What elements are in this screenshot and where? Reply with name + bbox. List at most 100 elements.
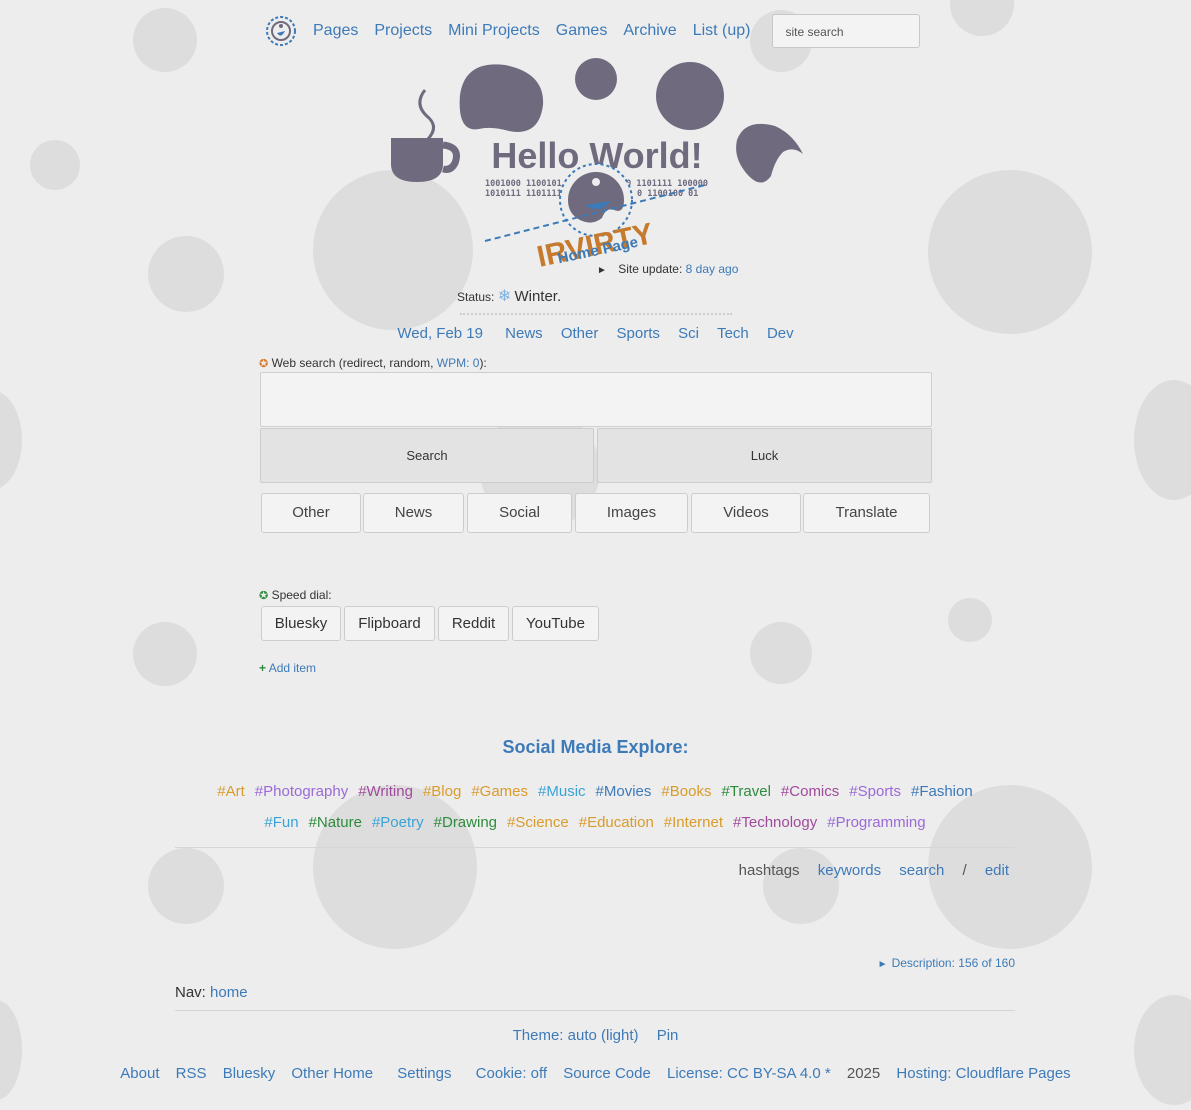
hashtag-link[interactable]: #Photography	[255, 783, 348, 800]
hashtag-link[interactable]: #Sports	[849, 783, 901, 800]
disclosure-triangle-icon: ►	[597, 265, 607, 276]
hashtag-link[interactable]: #Programming	[827, 814, 925, 831]
nav-pages[interactable]: Pages	[313, 22, 358, 40]
breadcrumb: Nav: home	[175, 984, 248, 1001]
disclosure-triangle-icon: ►	[877, 959, 888, 970]
footer-other-home[interactable]: Other Home	[291, 1065, 373, 1082]
hashtag-link[interactable]: #Nature	[309, 814, 362, 831]
hashtag-link[interactable]: #Comics	[781, 783, 839, 800]
site-update[interactable]: ► Site update: 8 day ago	[597, 262, 738, 276]
status-line: Status: ❄ Winter.	[457, 286, 561, 306]
footer-source-code[interactable]: Source Code	[563, 1065, 651, 1082]
nav-archive[interactable]: Archive	[623, 22, 676, 40]
hero-banner: Hello World! 1001000 1100101 1010111 110…	[391, 58, 803, 270]
footer-license[interactable]: License: CC BY-SA 4.0 *	[667, 1065, 831, 1082]
footer-about[interactable]: About	[120, 1065, 159, 1082]
wpm-link[interactable]: WPM: 0	[437, 356, 480, 370]
hashtag-link[interactable]: #Fun	[264, 814, 298, 831]
speed-dial-flipboard[interactable]: Flipboard	[344, 606, 435, 641]
gear-bullet-icon: ✪	[259, 358, 269, 370]
nav-projects[interactable]: Projects	[374, 22, 432, 40]
hashtag-link[interactable]: #Internet	[664, 814, 723, 831]
divider	[175, 847, 1015, 848]
description-label: Description: 156 of 160	[891, 956, 1015, 970]
category-social[interactable]: Social	[467, 493, 572, 533]
web-search-label-suffix: ):	[479, 356, 487, 370]
keywords-link[interactable]: keywords	[818, 862, 881, 879]
footer-settings[interactable]: Settings	[397, 1065, 451, 1082]
edit-link[interactable]: edit	[985, 862, 1009, 879]
hashtag-link[interactable]: #Science	[507, 814, 569, 831]
topic-tech[interactable]: Tech	[717, 325, 749, 342]
category-news[interactable]: News	[363, 493, 464, 533]
hashtag-link[interactable]: #Music	[538, 783, 586, 800]
hashtag-link[interactable]: #Writing	[358, 783, 413, 800]
footer-hosting[interactable]: Hosting: Cloudflare Pages	[896, 1065, 1070, 1082]
hashtag-link[interactable]: #Poetry	[372, 814, 424, 831]
topic-sci[interactable]: Sci	[678, 325, 699, 342]
topic-dev[interactable]: Dev	[767, 325, 794, 342]
plus-icon: +	[259, 661, 267, 675]
speed-dial-youtube[interactable]: YouTube	[512, 606, 599, 641]
category-videos[interactable]: Videos	[691, 493, 801, 533]
hashtag-link[interactable]: #Movies	[596, 783, 652, 800]
web-search-input[interactable]	[260, 372, 932, 427]
site-update-value[interactable]: 8 day ago	[686, 262, 739, 276]
footer-bluesky[interactable]: Bluesky	[223, 1065, 276, 1082]
site-logo-icon[interactable]	[263, 13, 299, 49]
luck-button[interactable]: Luck	[597, 428, 932, 483]
hashtag-link[interactable]: #Blog	[423, 783, 461, 800]
hero-binary: 1010111 1101111	[485, 189, 562, 199]
footer-rss[interactable]: RSS	[176, 1065, 207, 1082]
theme-toggle[interactable]: Theme: auto (light)	[513, 1027, 639, 1044]
search-link[interactable]: search	[899, 862, 944, 879]
hashtag-link[interactable]: #Technology	[733, 814, 817, 831]
add-item-label: Add item	[268, 661, 317, 675]
category-other[interactable]: Other	[261, 493, 361, 533]
add-item-link[interactable]: + Add item	[259, 661, 316, 675]
circle-blob-icon	[656, 62, 724, 130]
description-toggle[interactable]: ► Description: 156 of 160	[878, 956, 1015, 970]
footer-cookie[interactable]: Cookie: off	[476, 1065, 547, 1082]
category-translate[interactable]: Translate	[803, 493, 930, 533]
hashtag-link[interactable]: #Fashion	[911, 783, 973, 800]
pin-link[interactable]: Pin	[657, 1027, 679, 1044]
hashtag-row: #Art #Photography #Writing #Blog #Games #Musi…	[175, 783, 1015, 800]
status-label: Status:	[457, 290, 495, 304]
divider	[175, 1010, 1015, 1011]
gear-bullet-icon: ✪	[259, 590, 269, 602]
hashtag-link[interactable]: #Games	[471, 783, 528, 800]
speed-dial-label-text: Speed dial:	[271, 588, 332, 602]
nav-games[interactable]: Games	[556, 22, 608, 40]
nav-list-up[interactable]: List (up)	[693, 22, 751, 40]
speed-dial-bluesky[interactable]: Bluesky	[261, 606, 341, 641]
hashtag-link[interactable]: #Drawing	[434, 814, 497, 831]
nav-mini-projects[interactable]: Mini Projects	[448, 22, 540, 40]
hashtag-link[interactable]: #Education	[579, 814, 654, 831]
speed-dial-label: ✪ Speed dial:	[259, 588, 332, 602]
footer: About RSS Bluesky Other Home Settings Co…	[0, 1065, 1191, 1082]
nav-label: Nav:	[175, 984, 206, 1001]
web-search-label-text: Web search (redirect, random,	[271, 356, 437, 370]
coffee-cup-icon	[391, 89, 460, 182]
site-update-label: Site update:	[618, 262, 683, 276]
site-search-input[interactable]: site search	[772, 14, 921, 48]
hero-binary: 0 1100100 01	[637, 189, 698, 199]
speed-dial-reddit[interactable]: Reddit	[438, 606, 509, 641]
speech-blob-icon	[736, 123, 803, 183]
nav-home-link[interactable]: home	[210, 984, 248, 1001]
category-images[interactable]: Images	[575, 493, 688, 533]
topic-date[interactable]: Wed, Feb 19	[397, 325, 483, 342]
topic-sports[interactable]: Sports	[617, 325, 660, 342]
topic-other[interactable]: Other	[561, 325, 599, 342]
topic-news[interactable]: News	[505, 325, 543, 342]
footer-year: 2025	[846, 1065, 881, 1082]
hashtag-link[interactable]: #Books	[661, 783, 711, 800]
hashtag-link[interactable]: #Art	[217, 783, 245, 800]
hashtag-tools: hashtags keywords search / edit	[725, 862, 1009, 879]
hashtag-link[interactable]: #Travel	[721, 783, 770, 800]
topic-links: Wed, Feb 19 News Other Sports Sci Tech D…	[0, 325, 1191, 342]
hashtags-toggle[interactable]: hashtags	[739, 862, 800, 879]
search-button[interactable]: Search	[260, 428, 594, 483]
wpm-label: WPM:	[436, 356, 473, 370]
